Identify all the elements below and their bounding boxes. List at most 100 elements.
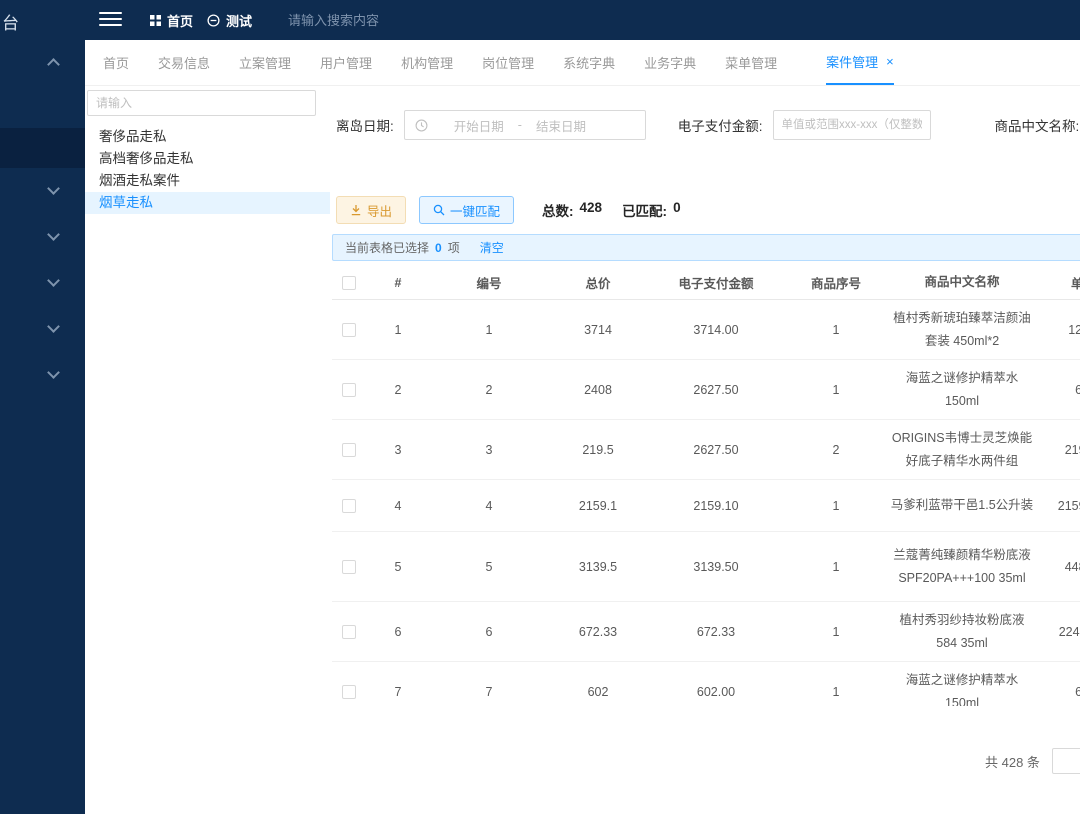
row-checkbox[interactable] xyxy=(342,625,356,639)
chevron-down-icon[interactable] xyxy=(47,228,60,241)
cell-price: 1238 xyxy=(1036,323,1080,337)
total-count-text: 共 428 条 xyxy=(985,752,1040,771)
export-button[interactable]: 导出 xyxy=(336,196,406,224)
cell-index: 6 xyxy=(366,625,430,639)
minus-circle-icon xyxy=(207,14,220,27)
tab-label: 案件管理 xyxy=(826,52,878,71)
table-body: 1 1 3714 3714.00 1 植村秀新琥珀臻萃洁颜油套装 450ml*2… xyxy=(332,300,1080,706)
tab-7[interactable]: 业务字典 xyxy=(644,40,696,85)
tab-5[interactable]: 岗位管理 xyxy=(482,40,534,85)
col-epay: 电子支付金额 xyxy=(648,273,784,292)
selection-count: 0 xyxy=(435,241,442,255)
close-icon[interactable]: × xyxy=(886,54,894,69)
cell-price: 602 xyxy=(1036,383,1080,397)
cell-epay: 2159.10 xyxy=(648,499,784,513)
cell-name: 兰蔻菁纯臻颜精华粉底液SPF20PA+++100 35ml xyxy=(888,537,1036,596)
cell-seq: 1 xyxy=(784,499,888,513)
selection-suffix: 项 xyxy=(448,239,460,256)
nav-test[interactable]: 测试 xyxy=(207,0,252,40)
cell-seq: 2 xyxy=(784,443,888,457)
table-row: 2 2 2408 2627.50 1 海蓝之谜修护精萃水 150ml 602 xyxy=(332,360,1080,420)
row-checkbox[interactable] xyxy=(342,685,356,699)
nav-test-label: 测试 xyxy=(226,11,252,30)
row-checkbox[interactable] xyxy=(342,560,356,574)
global-search-input[interactable] xyxy=(288,0,508,40)
matched-label: 已匹配: xyxy=(622,200,667,220)
select-all-checkbox[interactable] xyxy=(342,276,356,290)
one-click-match-button[interactable]: 一键匹配 xyxy=(419,196,514,224)
cell-seq: 1 xyxy=(784,383,888,397)
category-list-item[interactable]: 奢侈品走私 xyxy=(85,126,330,148)
tab-8[interactable]: 菜单管理 xyxy=(725,40,777,85)
cell-total: 219.5 xyxy=(548,443,648,457)
cell-index: 4 xyxy=(366,499,430,513)
row-checkbox[interactable] xyxy=(342,499,356,513)
cell-price: 2159.1 xyxy=(1036,499,1080,513)
date-range-input[interactable]: 开始日期 - 结束日期 xyxy=(404,110,646,140)
page-size-select[interactable] xyxy=(1052,748,1080,774)
chevron-down-icon[interactable] xyxy=(47,274,60,287)
category-list-item[interactable]: 高档奢侈品走私 xyxy=(85,148,330,170)
table-row: 6 6 672.33 672.33 1 植村秀羽纱持妆粉底液 584 35ml … xyxy=(332,602,1080,662)
filter-bar: 离岛日期: 开始日期 - 结束日期 电子支付金额: 商品中文名称: xyxy=(336,110,1080,140)
chevron-down-icon[interactable] xyxy=(47,182,60,195)
row-checkbox[interactable] xyxy=(342,323,356,337)
col-code: 编号 xyxy=(430,273,548,292)
tab-6[interactable]: 系统字典 xyxy=(563,40,615,85)
cell-total: 3139.5 xyxy=(548,560,648,574)
matched-value: 0 xyxy=(673,200,681,220)
chevron-up-icon[interactable] xyxy=(47,58,60,71)
nav-home[interactable]: 首页 xyxy=(150,0,193,40)
col-index: # xyxy=(366,276,430,290)
category-list-item[interactable]: 烟酒走私案件 xyxy=(85,170,330,192)
cell-epay: 2627.50 xyxy=(648,383,784,397)
hamburger-menu-icon[interactable] xyxy=(99,12,122,28)
cell-epay: 3714.00 xyxy=(648,323,784,337)
cell-seq: 1 xyxy=(784,625,888,639)
tab-0[interactable]: 首页 xyxy=(103,40,129,85)
product-name-filter-label: 商品中文名称: xyxy=(995,115,1080,135)
cell-index: 3 xyxy=(366,443,430,457)
tab-2[interactable]: 立案管理 xyxy=(239,40,291,85)
tab-3[interactable]: 用户管理 xyxy=(320,40,372,85)
tab-case-management[interactable]: 案件管理 × xyxy=(826,40,894,85)
cell-code: 4 xyxy=(430,499,548,513)
sidebar-selected-item[interactable] xyxy=(0,128,85,168)
cell-total: 2408 xyxy=(548,383,648,397)
cell-seq: 1 xyxy=(784,560,888,574)
results-table-wrap: # 编号 总价 电子支付金额 商品序号 商品中文名称 单价 1 1 3714 3… xyxy=(332,266,1080,706)
table-row: 7 7 602 602.00 1 海蓝之谜修护精萃水 150ml 602 xyxy=(332,662,1080,706)
pagination: 共 428 条 xyxy=(985,748,1080,774)
tab-4[interactable]: 机构管理 xyxy=(401,40,453,85)
tab-1[interactable]: 交易信息 xyxy=(158,40,210,85)
chevron-down-icon[interactable] xyxy=(47,366,60,379)
cell-index: 2 xyxy=(366,383,430,397)
end-date-placeholder: 结束日期 xyxy=(536,116,586,135)
table-header: # 编号 总价 电子支付金额 商品序号 商品中文名称 单价 xyxy=(332,266,1080,300)
cell-name: 海蓝之谜修护精萃水 150ml xyxy=(888,662,1036,706)
category-search-input[interactable] xyxy=(87,90,316,116)
results-table: # 编号 总价 电子支付金额 商品序号 商品中文名称 单价 1 1 3714 3… xyxy=(332,266,1080,706)
toolbar: 导出 一键匹配 总数: 428 已匹配: 0 xyxy=(336,196,681,224)
clock-icon xyxy=(415,119,428,132)
category-panel: 奢侈品走私高档奢侈品走私烟酒走私案件烟草走私 xyxy=(85,86,330,820)
epay-amount-input[interactable] xyxy=(773,110,931,140)
date-separator: - xyxy=(518,118,522,132)
cell-total: 2159.1 xyxy=(548,499,648,513)
cell-name: 马爹利蓝带干邑1.5公升装 xyxy=(888,487,1036,524)
logo: 台 xyxy=(2,9,19,34)
category-list-item[interactable]: 烟草走私 xyxy=(85,192,330,214)
row-checkbox[interactable] xyxy=(342,443,356,457)
cell-total: 602 xyxy=(548,685,648,699)
clear-selection-link[interactable]: 清空 xyxy=(480,239,504,256)
row-checkbox[interactable] xyxy=(342,383,356,397)
cell-seq: 1 xyxy=(784,685,888,699)
tab-bar: 首页交易信息立案管理用户管理机构管理岗位管理系统字典业务字典菜单管理 案件管理 … xyxy=(85,40,1080,86)
cell-name: 植村秀羽纱持妆粉底液 584 35ml xyxy=(888,602,1036,661)
cell-name: ORIGINS韦博士灵芝焕能好底子精华水两件组 xyxy=(888,420,1036,479)
chevron-down-icon[interactable] xyxy=(47,320,60,333)
cell-price: 602 xyxy=(1036,685,1080,699)
cell-total: 672.33 xyxy=(548,625,648,639)
cell-code: 1 xyxy=(430,323,548,337)
cell-code: 6 xyxy=(430,625,548,639)
